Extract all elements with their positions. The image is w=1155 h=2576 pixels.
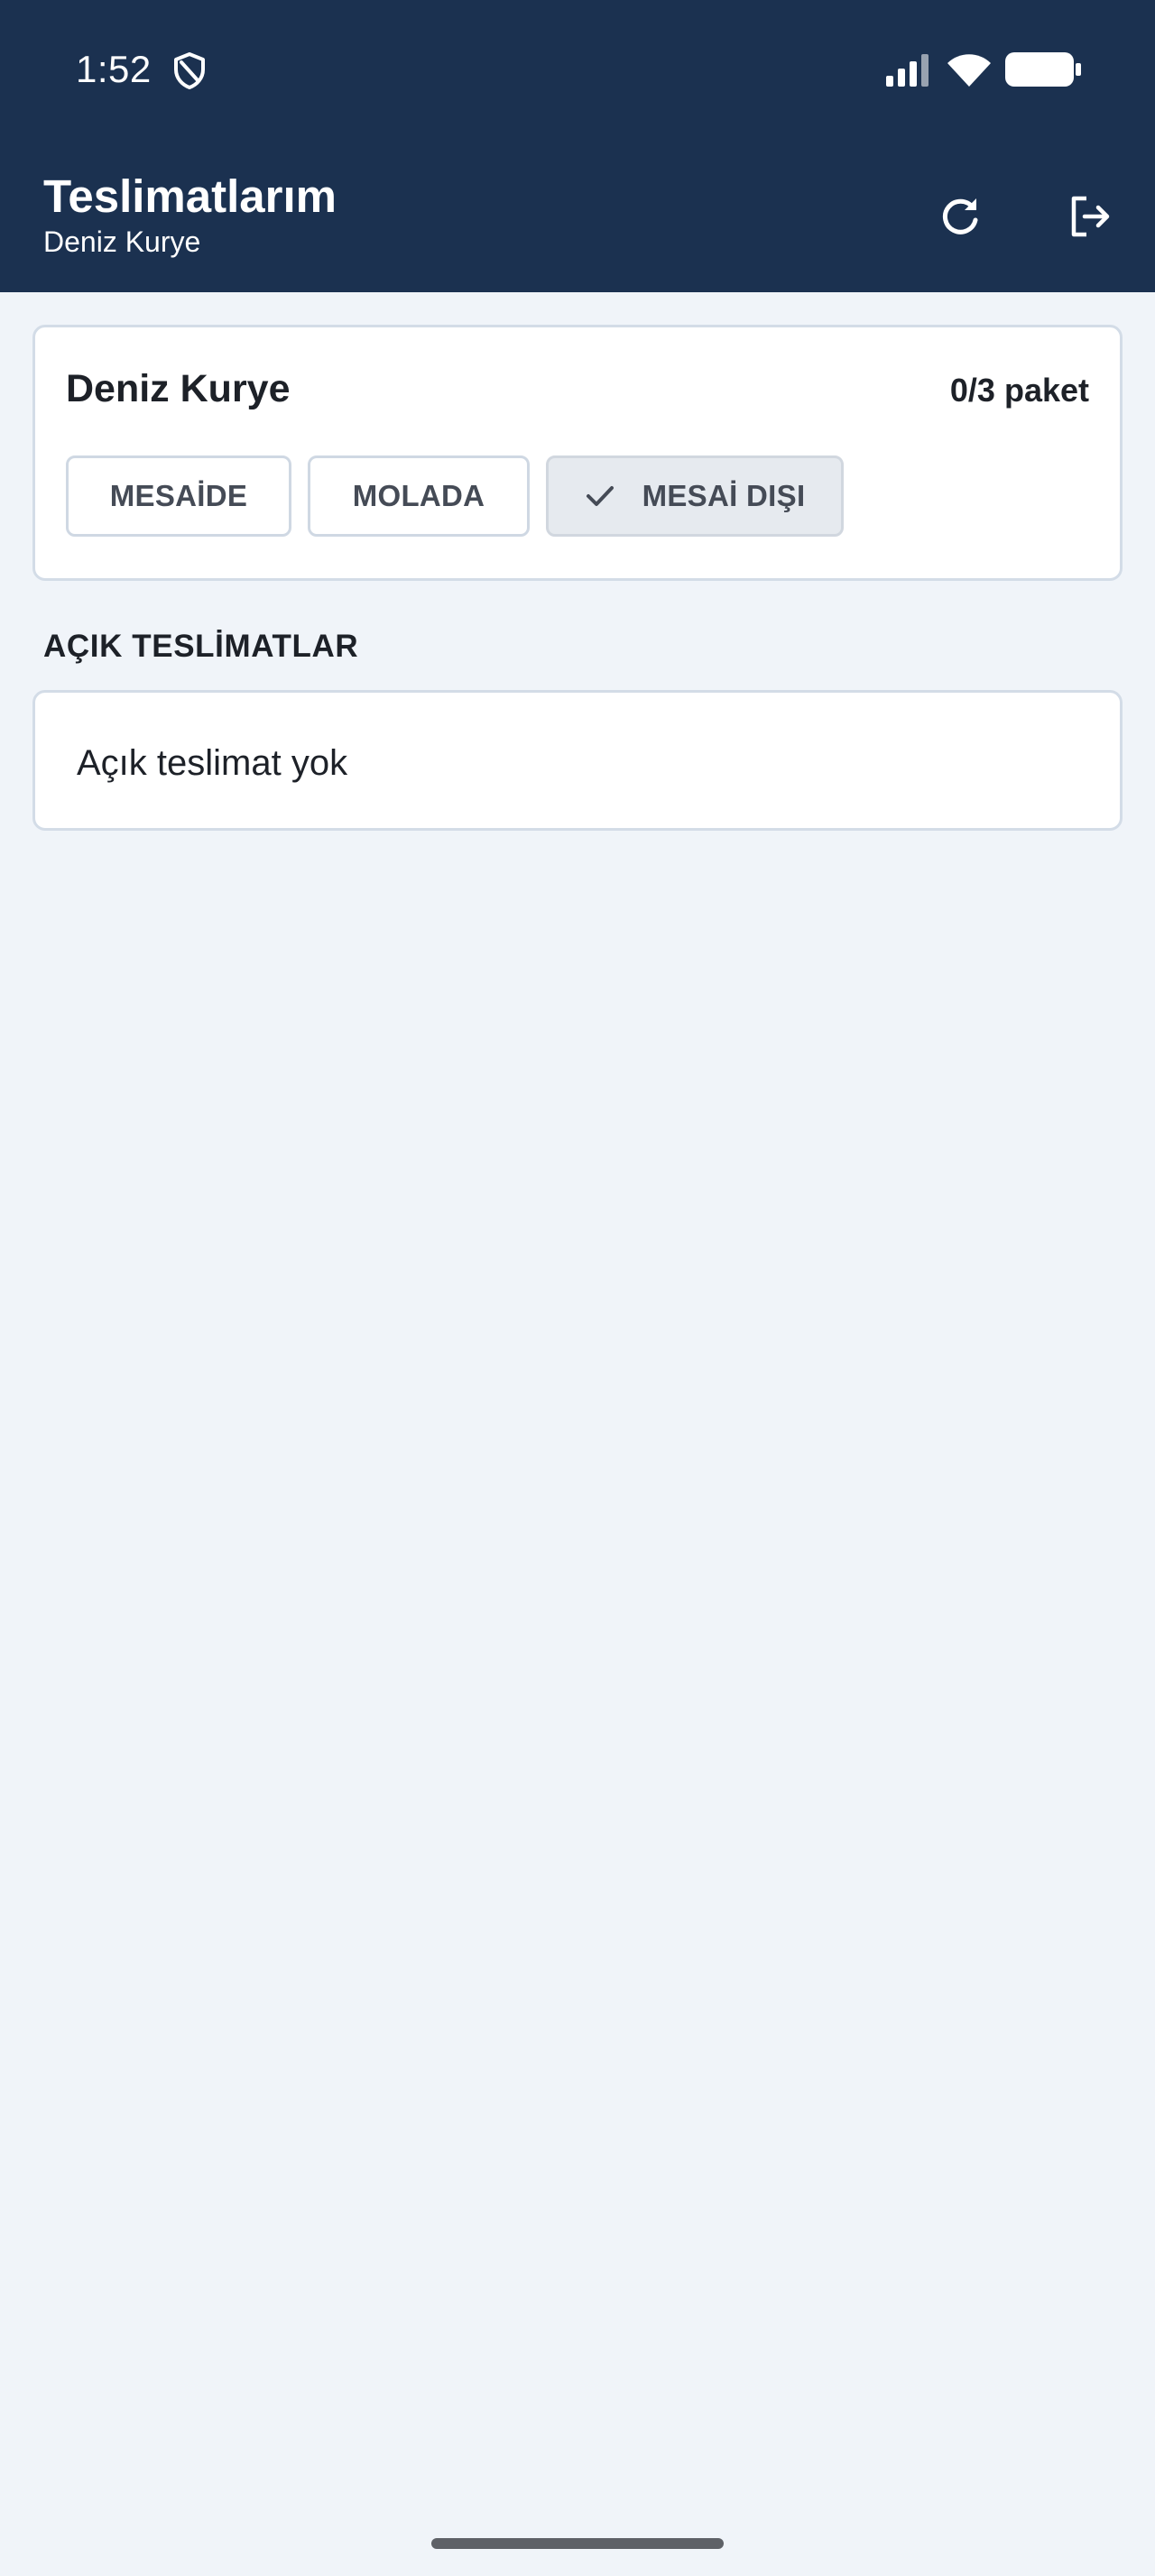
- battery-icon: [1005, 52, 1081, 87]
- status-on-break-button[interactable]: MOLADA: [308, 455, 530, 537]
- check-icon: [586, 486, 614, 506]
- shield-icon: [174, 52, 205, 89]
- status-off-shift-button[interactable]: MESAİ DIŞI: [546, 455, 844, 537]
- page-subtitle: Deniz Kurye: [43, 225, 201, 258]
- app-screen: 1:52 Teslimatlarım Deniz Kurye Deniz Kur…: [0, 0, 1155, 2576]
- signal-icon: [886, 54, 929, 87]
- wifi-icon: [947, 54, 991, 87]
- status-time: 1:52: [76, 48, 152, 90]
- page-title: Teslimatlarım: [43, 170, 337, 222]
- status-on-break-label: MOLADA: [352, 479, 485, 512]
- refresh-button[interactable]: [920, 177, 1000, 256]
- app-bar: 1:52 Teslimatlarım Deniz Kurye: [0, 0, 1155, 292]
- logout-icon: [1071, 196, 1110, 237]
- refresh-icon: [942, 198, 978, 235]
- open-deliveries-empty-card: Açık teslimat yok: [32, 690, 1123, 831]
- status-on-shift-label: MESAİDE: [109, 479, 248, 512]
- empty-state-message: Açık teslimat yok: [77, 743, 348, 783]
- section-title-open-deliveries: AÇIK TESLİMATLAR: [43, 629, 359, 664]
- home-indicator[interactable]: [431, 2538, 724, 2549]
- status-on-shift-button[interactable]: MESAİDE: [66, 455, 291, 537]
- courier-card: Deniz Kurye 0/3 paket MESAİDE MOLADA MES…: [32, 325, 1123, 581]
- logout-button[interactable]: [1050, 177, 1130, 256]
- courier-name: Deniz Kurye: [66, 367, 291, 410]
- package-count: 0/3 paket: [949, 372, 1089, 409]
- status-off-shift-label: MESAİ DIŞI: [642, 479, 806, 512]
